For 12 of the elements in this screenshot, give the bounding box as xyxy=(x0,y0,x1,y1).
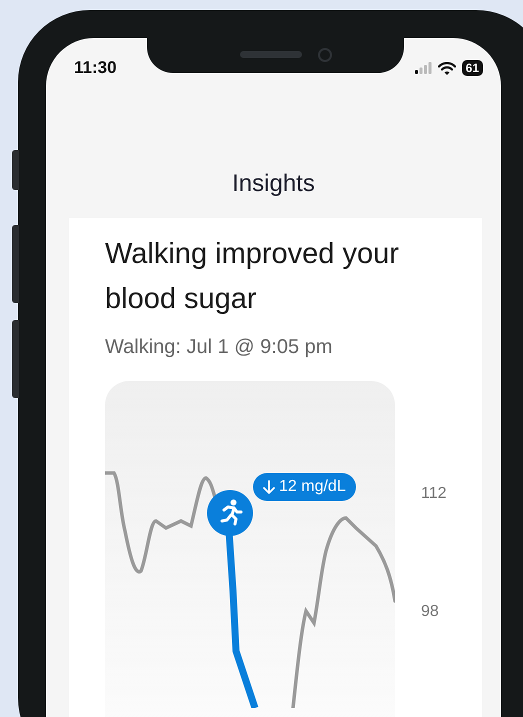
page-title: Insights xyxy=(231,170,316,198)
battery-indicator: 61 xyxy=(462,60,483,76)
down-arrow-icon xyxy=(263,480,275,494)
insight-heading: Walking improved your blood sugar xyxy=(105,237,400,317)
activity-time: Walking: Jul 1 @ 9:05 pm xyxy=(105,336,334,359)
axis-label: 112 xyxy=(421,485,447,503)
wifi-icon xyxy=(438,62,456,74)
glucose-change-value: 12 mg/dL xyxy=(279,478,346,496)
signal-icon xyxy=(414,62,432,74)
running-person-icon xyxy=(207,490,253,536)
axis-label: 98 xyxy=(421,603,440,621)
status-time: 11:30 xyxy=(74,58,117,78)
